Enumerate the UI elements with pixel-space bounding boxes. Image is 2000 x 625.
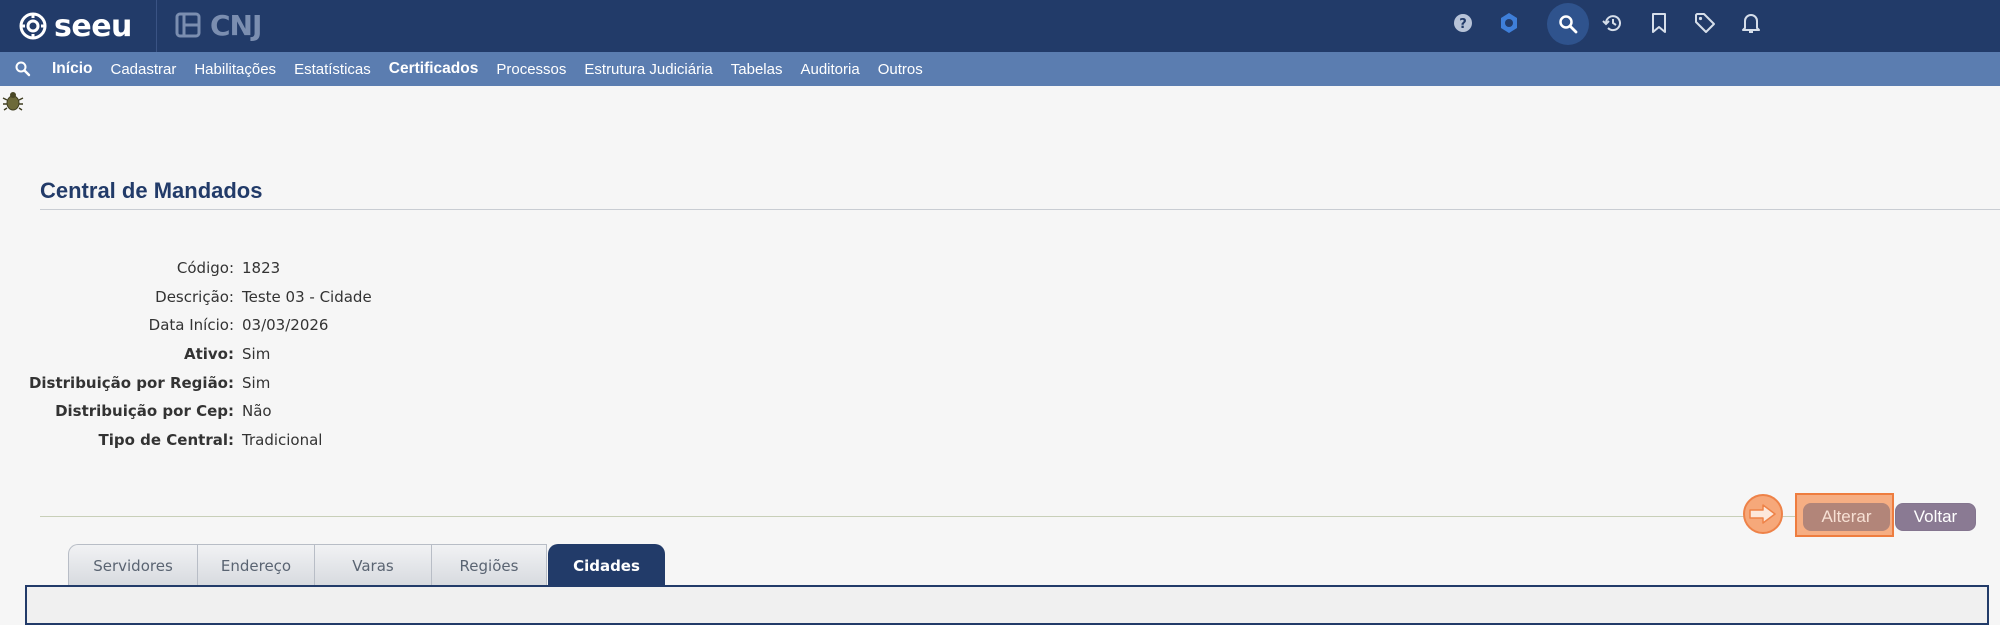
tag-icon <box>1695 13 1715 33</box>
help-button[interactable]: ? <box>1440 0 1486 46</box>
tab-regioes[interactable]: Regiões <box>431 544 547 586</box>
tab-panel <box>25 585 1989 625</box>
menu-item-habilitacoes[interactable]: Habilitações <box>185 61 285 78</box>
cnj-logo-text: CNJ <box>210 8 262 42</box>
main-menu: Início Cadastrar Habilitações Estatístic… <box>0 52 2000 86</box>
seeu-logo[interactable]: seeu <box>18 6 132 46</box>
field-label: Código: <box>176 259 234 277</box>
menu-item-inicio[interactable]: Início <box>43 60 101 78</box>
field-value: Sim <box>242 374 271 392</box>
field-label: Ativo: <box>183 345 234 363</box>
bookmark-icon <box>1652 13 1666 33</box>
field-data-inicio: Data Início: 03/03/2026 <box>0 316 700 338</box>
logo-divider <box>156 0 157 52</box>
menu-items: Início Cadastrar Habilitações Estatístic… <box>43 52 932 86</box>
bookmark-button[interactable] <box>1636 0 1682 46</box>
field-distribuicao-regiao: Distribuição por Região: Sim <box>0 374 700 396</box>
field-value: Tradicional <box>242 431 323 449</box>
actions-divider <box>40 516 1800 517</box>
search-icon <box>1559 15 1578 34</box>
arrow-right-icon <box>1749 504 1776 524</box>
menu-item-cadastrar[interactable]: Cadastrar <box>101 61 185 78</box>
field-label: Distribuição por Cep: <box>55 402 234 420</box>
cnj-logo-icon <box>175 12 201 38</box>
title-divider <box>40 209 2000 210</box>
field-codigo: Código: 1823 <box>0 259 700 281</box>
field-distribuicao-cep: Distribuição por Cep: Não <box>0 402 700 424</box>
field-value: Teste 03 - Cidade <box>242 288 372 306</box>
voltar-button[interactable]: Voltar <box>1895 503 1976 531</box>
svg-text:?: ? <box>1459 17 1467 32</box>
menu-item-outros[interactable]: Outros <box>869 61 932 78</box>
top-bar: seeu CNJ ? <box>0 0 2000 52</box>
menu-item-estatisticas[interactable]: Estatísticas <box>285 61 380 78</box>
tab-servidores[interactable]: Servidores <box>68 544 198 586</box>
search-button[interactable] <box>1547 3 1589 45</box>
menu-item-auditoria[interactable]: Auditoria <box>791 61 868 78</box>
seeu-logo-text: seeu <box>54 8 132 44</box>
cnj-logo: CNJ <box>174 8 262 42</box>
page-title: Central de Mandados <box>40 178 263 203</box>
pointer-highlight <box>1743 494 1783 534</box>
menu-item-processos[interactable]: Processos <box>487 61 575 78</box>
history-icon <box>1602 15 1621 32</box>
tab-endereco[interactable]: Endereço <box>197 544 315 586</box>
field-value: Não <box>242 402 272 420</box>
bug-icon[interactable] <box>2 90 24 112</box>
help-icon: ? <box>1454 14 1472 32</box>
tab-cidades[interactable]: Cidades <box>548 544 665 586</box>
field-label: Distribuição por Região: <box>28 374 234 392</box>
menu-search-icon[interactable] <box>14 60 32 78</box>
field-descricao: Descrição: Teste 03 - Cidade <box>0 288 700 310</box>
menu-item-tabelas[interactable]: Tabelas <box>722 61 792 78</box>
bell-icon <box>1742 14 1760 33</box>
notifications-button[interactable] <box>1728 0 1774 46</box>
field-label: Data Início: <box>148 316 234 334</box>
settings-button[interactable] <box>1486 0 1532 46</box>
field-value: 03/03/2026 <box>242 316 329 334</box>
alterar-button[interactable]: Alterar <box>1803 503 1890 531</box>
tab-varas[interactable]: Varas <box>314 544 432 586</box>
field-value: 1823 <box>242 259 281 277</box>
menu-item-certificados[interactable]: Certificados <box>380 60 488 78</box>
history-button[interactable] <box>1590 0 1636 46</box>
field-ativo: Ativo: Sim <box>0 345 700 367</box>
field-tipo-central: Tipo de Central: Tradicional <box>0 431 700 453</box>
field-label: Descrição: <box>155 288 234 306</box>
menu-item-estrutura-judiciaria[interactable]: Estrutura Judiciária <box>575 61 721 78</box>
field-label: Tipo de Central: <box>98 431 234 449</box>
seeu-logo-icon <box>19 12 47 40</box>
tag-button[interactable] <box>1682 0 1728 46</box>
field-value: Sim <box>242 345 271 363</box>
settings-icon <box>1501 13 1517 33</box>
